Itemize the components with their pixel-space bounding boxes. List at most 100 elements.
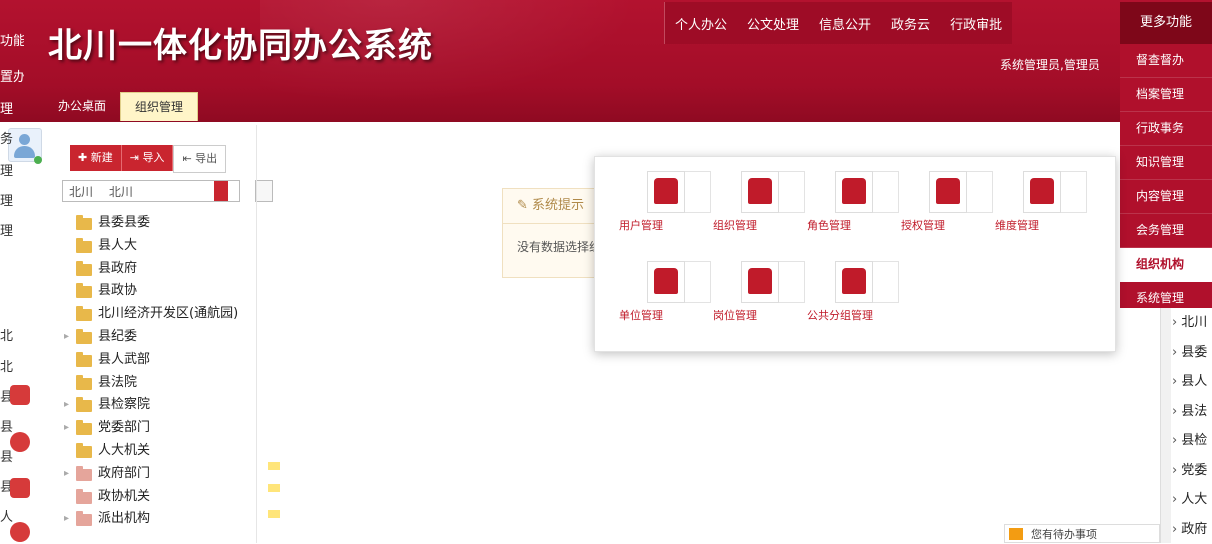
tile-unit-management[interactable]: 单位管理 (619, 247, 709, 327)
dropdown-menu-item[interactable]: 内容管理 (1120, 180, 1212, 214)
tile-org-management[interactable]: 组织管理 (713, 157, 803, 237)
chevron-right-icon[interactable]: › (1172, 433, 1177, 448)
right-tree-node[interactable]: › 北川 (1172, 308, 1212, 338)
power-icon[interactable] (10, 522, 30, 542)
right-tree-node[interactable]: › 人大 (1172, 485, 1212, 515)
right-tree-label: 县委 (1181, 345, 1207, 360)
dropdown-menu-item[interactable]: 会务管理 (1120, 214, 1212, 248)
tab-desktop[interactable]: 办公桌面 (44, 92, 120, 120)
pane-divider[interactable] (256, 125, 257, 543)
top-nav-item[interactable]: 政务云 (881, 14, 940, 33)
chevron-right-icon[interactable]: › (1172, 374, 1177, 389)
folder-icon (76, 309, 92, 321)
tile-dimension-management[interactable]: 维度管理 (995, 157, 1085, 237)
tree-node-label: 党委部门 (98, 417, 150, 440)
tree-node[interactable]: 县政协 (62, 280, 258, 303)
left-column-text[interactable]: 务 (0, 128, 24, 147)
right-tree-label: 县法 (1181, 404, 1207, 419)
dropdown-menu-item[interactable]: 档案管理 (1120, 78, 1212, 112)
left-column-text[interactable]: 置办 (0, 66, 24, 85)
tree-node[interactable]: 政协机关 (62, 486, 258, 509)
gear-icon[interactable] (10, 478, 30, 498)
right-tree-node[interactable]: › 县委 (1172, 338, 1212, 368)
todo-notification[interactable]: 您有待办事项 (1004, 524, 1160, 543)
tile-user-management[interactable]: 用户管理 (619, 157, 709, 237)
left-column-text[interactable]: 理 (0, 98, 24, 117)
left-column-text[interactable]: 理 (0, 220, 24, 239)
top-nav-item[interactable]: 个人办公 (665, 14, 737, 33)
tile-role-management[interactable]: 角色管理 (807, 157, 897, 237)
tile-public-group-management[interactable]: 公共分组管理 (807, 247, 897, 327)
new-button[interactable]: ✚ 新建 (70, 145, 122, 171)
dropdown-menu-item[interactable]: 组织机构 (1120, 248, 1212, 282)
expand-arrow-icon[interactable]: ▸ (64, 326, 69, 349)
chevron-right-icon[interactable]: › (1172, 404, 1177, 419)
tree-node-label: 县法院 (98, 372, 137, 395)
expand-arrow-icon[interactable]: ▸ (64, 394, 69, 417)
more-functions-button[interactable]: 更多功能 (1120, 2, 1212, 44)
palette-icon[interactable] (10, 432, 30, 452)
expand-arrow-icon[interactable]: ▸ (64, 417, 69, 440)
left-column-text[interactable]: 理 (0, 160, 24, 179)
dimension-management-icon (1023, 171, 1061, 213)
tree-node[interactable]: ▸ 党委部门 (62, 417, 258, 440)
tree-node[interactable]: ▸县检察院 (62, 394, 258, 417)
right-tree-node[interactable]: › 县法 (1172, 397, 1212, 427)
folder-icon (76, 264, 92, 276)
right-tree-node[interactable]: ›县人 (1172, 367, 1212, 397)
right-tree-node[interactable]: ›县检 (1172, 426, 1212, 456)
avatar-body-icon (14, 146, 35, 158)
chevron-right-icon[interactable]: › (1172, 315, 1177, 330)
tree-node-label: 人大机关 (98, 440, 150, 463)
tree-toolbar: ✚ 新建 ⇥ 导入 ⇤ 导出 (70, 145, 226, 171)
app-title: 北川一体化协同办公系统 (48, 18, 433, 67)
tree-node[interactable]: 人大机关 (62, 440, 258, 463)
left-column-text[interactable]: 理 (0, 190, 24, 209)
chevron-right-icon[interactable]: › (1172, 492, 1177, 507)
tree-node-label: 县委县委 (98, 212, 150, 235)
tree-node[interactable]: 县人武部 (62, 349, 258, 372)
right-tree-label: 北川 (1181, 315, 1207, 330)
position-management-icon (741, 261, 779, 303)
dropdown-menu-item[interactable]: 行政事务 (1120, 112, 1212, 146)
search-button[interactable] (214, 181, 228, 201)
tree-node[interactable]: ▸政府部门 (62, 463, 258, 486)
chevron-right-icon[interactable]: › (1172, 522, 1177, 537)
more-dropdown-menu: 督查督办档案管理行政事务知识管理内容管理会务管理组织机构系统管理 (1120, 44, 1212, 308)
tree-node[interactable]: 北川经济开发区(通航园) (62, 303, 258, 326)
right-tree-node[interactable]: ›党委 (1172, 456, 1212, 486)
top-nav-item[interactable]: 行政审批 (940, 14, 1012, 33)
tree-node-label: 县政协 (98, 280, 137, 303)
right-tree-node[interactable]: ›政府 (1172, 515, 1212, 544)
vertical-scrollbar[interactable] (1160, 308, 1171, 543)
online-status-icon (34, 156, 42, 164)
dropdown-menu-item[interactable]: 知识管理 (1120, 146, 1212, 180)
tab-org-management[interactable]: 组织管理 (120, 92, 198, 121)
tile-position-management[interactable]: 岗位管理 (713, 247, 803, 327)
tree-node[interactable]: 县政府 (62, 258, 258, 281)
left-column-text[interactable]: 北 (0, 356, 24, 375)
left-column-text[interactable]: 功能 (0, 30, 24, 49)
tree-node[interactable]: 县委县委 (62, 212, 258, 235)
tree-node[interactable]: 县法院 (62, 372, 258, 395)
expand-arrow-icon[interactable]: ▸ (64, 463, 69, 486)
tile-authorization-management[interactable]: 授权管理 (901, 157, 991, 237)
expand-arrow-icon[interactable]: ▸ (64, 508, 69, 531)
export-button[interactable]: ⇤ 导出 (173, 145, 226, 173)
top-nav-item[interactable]: 公文处理 (737, 14, 809, 33)
tree-node[interactable]: ▸派出机构 (62, 508, 258, 531)
import-button[interactable]: ⇥ 导入 (122, 145, 174, 171)
tree-node[interactable]: ▸县纪委 (62, 326, 258, 349)
right-tree-label: 人大 (1181, 492, 1207, 507)
tree-node-label: 北川经济开发区(通航园) (98, 303, 238, 326)
authorization-management-icon (929, 171, 967, 213)
chevron-right-icon[interactable]: › (1172, 463, 1177, 478)
tree-node[interactable]: 县人大 (62, 235, 258, 258)
left-column-text[interactable]: 北 (0, 325, 24, 344)
chevron-right-icon[interactable]: › (1172, 345, 1177, 360)
shirt-icon[interactable] (10, 385, 30, 405)
top-nav-item[interactable]: 信息公开 (809, 14, 881, 33)
search-clear-button[interactable] (255, 180, 273, 202)
dropdown-menu-item[interactable]: 督查督办 (1120, 44, 1212, 78)
public-group-management-icon (835, 261, 873, 303)
